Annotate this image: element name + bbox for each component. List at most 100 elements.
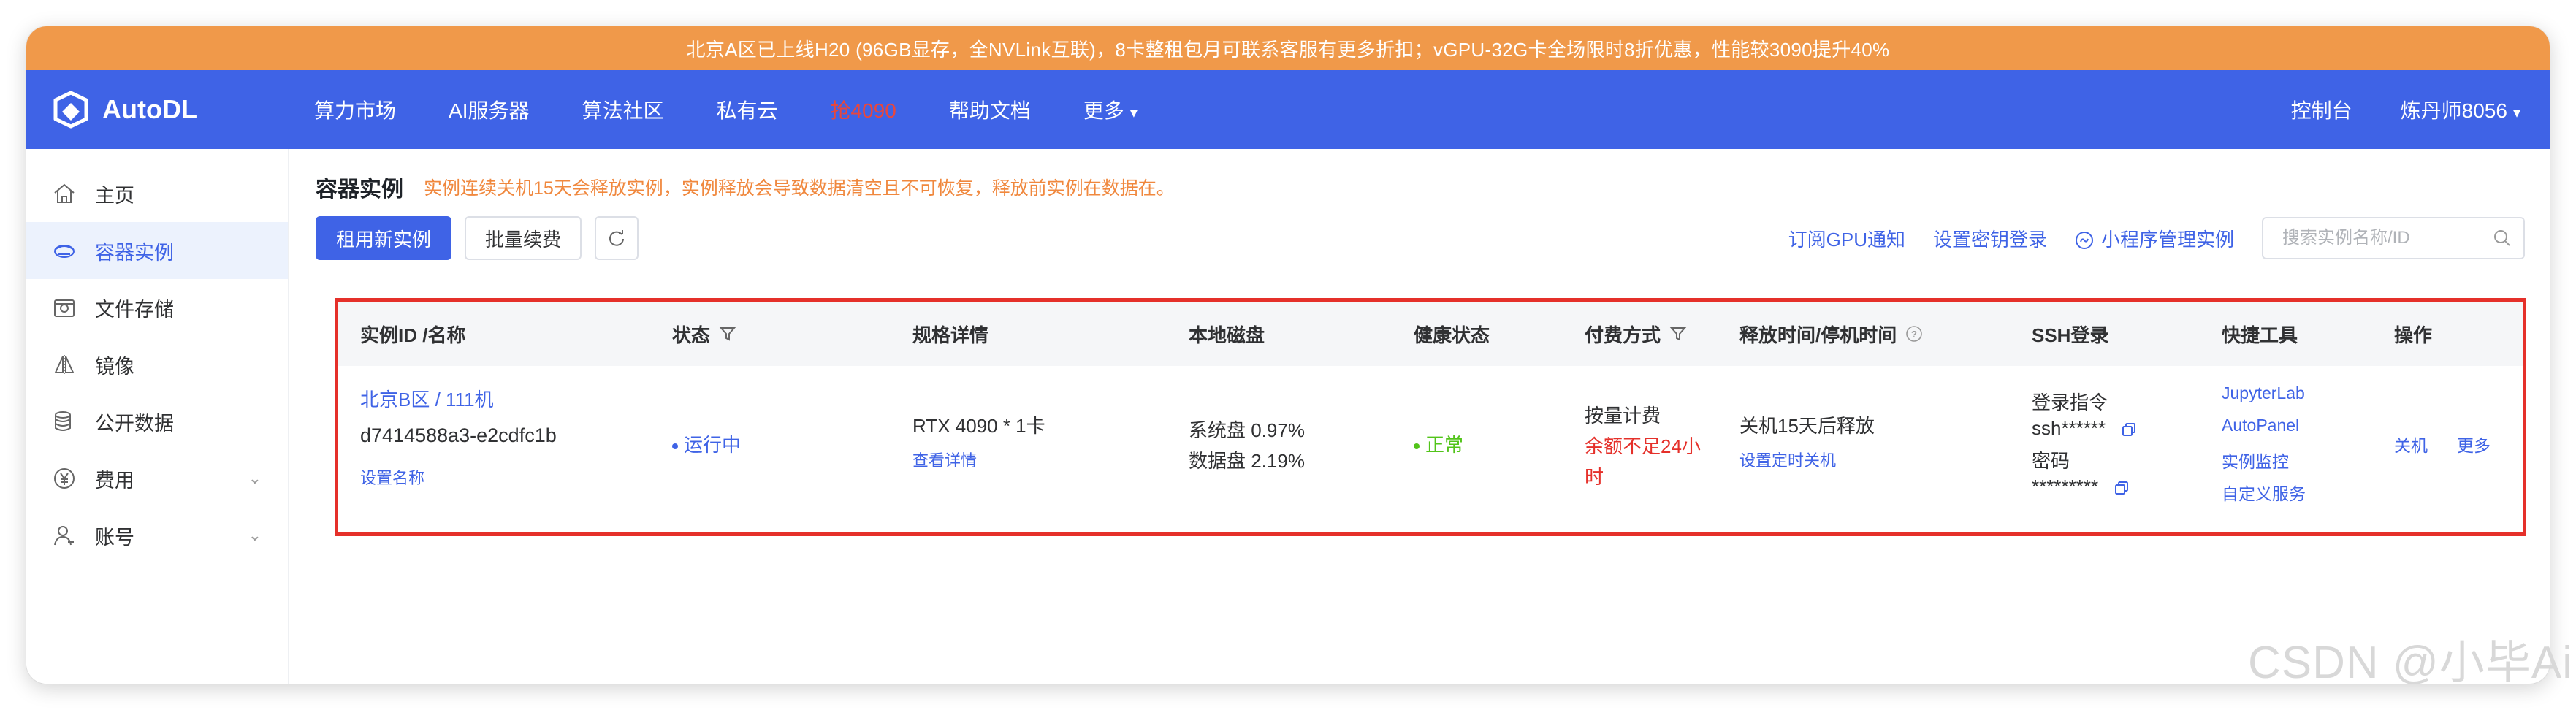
sidebar-item-label: 公开数据	[95, 412, 174, 435]
search-icon[interactable]	[2493, 229, 2512, 248]
col-header-disk: 本地磁盘	[1189, 324, 1265, 346]
more-actions-button[interactable]: 更多	[2457, 432, 2491, 457]
chevron-down-icon: ⌄	[248, 469, 262, 487]
user-icon	[51, 522, 77, 549]
refresh-button[interactable]	[595, 216, 639, 260]
container-icon	[51, 237, 77, 264]
chevron-down-icon: ⌄	[248, 526, 262, 544]
sidebar-item-storage[interactable]: 文件存储	[26, 279, 288, 336]
tool-jupyterlab-link[interactable]: JupyterLab	[2222, 383, 2305, 403]
shutdown-button[interactable]: 关机	[2394, 432, 2428, 457]
schedule-shutdown-link[interactable]: 设置定时关机	[1739, 448, 1836, 471]
instance-table: 实例ID /名称 状态 规格详情 本地磁盘 健康状态 付费方式 释放时间/停机时…	[335, 298, 2526, 536]
ssh-key-link[interactable]: 设置密钥登录	[1933, 225, 2047, 252]
status-text: 运行中	[684, 434, 742, 456]
refresh-icon	[609, 230, 625, 246]
brand-logo[interactable]: AutoDL	[51, 90, 314, 129]
top-navbar: AutoDL 算力市场 AI服务器 算法社区 私有云 抢4090 帮助文档 更多…	[26, 70, 2550, 149]
spec-text: RTX 4090 * 1卡	[912, 415, 1045, 437]
sidebar-item-label: 账号	[95, 526, 134, 549]
nav-item-grab-4090[interactable]: 抢4090	[831, 95, 896, 124]
mirror-image-icon	[51, 351, 77, 378]
caret-down-icon: ▾	[1129, 105, 1138, 121]
toolbar-right: 订阅GPU通知 设置密钥登录 小程序管理实例	[1788, 216, 2525, 260]
set-name-link[interactable]: 设置名称	[360, 465, 424, 489]
title-row: 容器实例 实例连续关机15天会释放实例，实例释放会导致数据清空且不可恢复，释放前…	[316, 171, 1175, 203]
search-box	[2262, 217, 2525, 259]
ssh-command: ssh******	[2032, 417, 2106, 439]
username: 炼丹师8056	[2400, 99, 2507, 122]
tool-custom-service-link[interactable]: 自定义服务	[2222, 480, 2306, 505]
user-menu[interactable]: 炼丹师8056 ▾	[2401, 95, 2520, 124]
subscribe-gpu-link[interactable]: 订阅GPU通知	[1788, 225, 1905, 252]
sidebar: 主页 容器实例 文件存储 镜像 公开数据 费用 ⌄ 账号 ⌄	[26, 149, 289, 684]
nav-console[interactable]: 控制台	[2291, 95, 2352, 124]
ssh-command-label: 登录指令	[2032, 392, 2108, 413]
sidebar-item-account[interactable]: 账号 ⌄	[26, 507, 288, 564]
search-input[interactable]	[2262, 217, 2525, 259]
release-policy: 关机15天后释放	[1739, 415, 1875, 437]
sidebar-item-label: 文件存储	[95, 298, 174, 321]
col-header-label: 付费方式	[1585, 324, 1661, 346]
sidebar-item-billing[interactable]: 费用 ⌄	[26, 450, 288, 507]
sidebar-item-home[interactable]: 主页	[26, 165, 288, 222]
app-window: 北京A区已上线H20 (96GB显存，全NVLink互联)，8卡整租包月可联系客…	[26, 26, 2550, 684]
status-badge: 运行中	[672, 430, 741, 457]
system-disk-usage: 系统盘 0.97%	[1189, 419, 1305, 441]
table-header: 实例ID /名称 状态 规格详情 本地磁盘 健康状态 付费方式 释放时间/停机时…	[338, 302, 2523, 366]
nav-item-community[interactable]: 算法社区	[582, 95, 663, 124]
nav-menu: 算力市场 AI服务器 算法社区 私有云 抢4090 帮助文档 更多 ▾	[314, 95, 1190, 124]
filter-icon[interactable]	[719, 325, 736, 343]
col-header-id: 实例ID /名称	[360, 324, 466, 346]
col-header-label: 释放时间/停机时间	[1739, 324, 1897, 346]
miniprogram-icon	[2075, 231, 2093, 249]
nav-item-market[interactable]: 算力市场	[314, 95, 396, 124]
sidebar-item-containers[interactable]: 容器实例	[26, 222, 288, 279]
nav-item-private-cloud[interactable]: 私有云	[717, 95, 778, 124]
nav-right: 控制台 炼丹师8056 ▾	[2243, 95, 2520, 124]
col-header-ssh: SSH登录	[2032, 324, 2109, 346]
miniprogram-link[interactable]: 小程序管理实例	[2075, 225, 2234, 252]
nav-item-more[interactable]: 更多 ▾	[1083, 95, 1138, 124]
rent-instance-button[interactable]: 租用新实例	[316, 216, 452, 260]
database-icon	[51, 408, 77, 435]
storage-icon	[51, 294, 77, 321]
col-header-status[interactable]: 状态	[672, 302, 736, 366]
balance-warning-line2: 时	[1585, 466, 1604, 488]
copy-icon[interactable]	[2114, 480, 2130, 496]
col-header-actions: 操作	[2394, 324, 2433, 346]
sidebar-item-label: 主页	[95, 184, 134, 207]
sidebar-item-images[interactable]: 镜像	[26, 336, 288, 393]
col-header-health: 健康状态	[1414, 324, 1490, 346]
password-label: 密码	[2032, 450, 2070, 472]
sidebar-item-label: 费用	[95, 469, 134, 492]
caret-down-icon: ▾	[2512, 105, 2520, 121]
instance-region-link[interactable]: 北京B区 / 111机	[360, 385, 494, 412]
brand-name: AutoDL	[102, 94, 197, 124]
password-masked: *********	[2032, 476, 2099, 497]
nav-item-help-docs[interactable]: 帮助文档	[949, 95, 1031, 124]
filter-icon[interactable]	[1669, 325, 1687, 343]
tool-autopanel-link[interactable]: AutoPanel	[2222, 416, 2299, 435]
batch-renew-button[interactable]: 批量续费	[465, 216, 582, 260]
spec-detail-link[interactable]: 查看详情	[912, 448, 977, 471]
tool-monitor-link[interactable]: 实例监控	[2222, 448, 2289, 473]
banner-text: 北京A区已上线H20 (96GB显存，全NVLink互联)，8卡整租包月可联系客…	[686, 38, 1890, 61]
svg-text:?: ?	[1911, 329, 1917, 340]
col-header-release: 释放时间/停机时间 ?	[1739, 302, 1923, 366]
nav-item-ai-server[interactable]: AI服务器	[449, 95, 529, 124]
yen-icon	[51, 465, 77, 492]
col-header-billing[interactable]: 付费方式	[1585, 302, 1687, 366]
health-dot-icon	[1414, 443, 1420, 450]
billing-type: 按量计费	[1585, 405, 1661, 427]
ssh-command-row: ssh******	[2032, 417, 2137, 440]
toolbar: 租用新实例 批量续费	[316, 216, 639, 260]
copy-icon[interactable]	[2121, 421, 2137, 438]
announcement-banner[interactable]: 北京A区已上线H20 (96GB显存，全NVLink互联)，8卡整租包月可联系客…	[26, 26, 2550, 70]
sidebar-item-label: 容器实例	[95, 241, 174, 264]
sidebar-item-public-data[interactable]: 公开数据	[26, 393, 288, 450]
password-row: *********	[2032, 476, 2130, 498]
help-icon[interactable]: ?	[1905, 325, 1923, 343]
nav-more-label: 更多	[1083, 99, 1124, 122]
col-header-tools: 快捷工具	[2222, 324, 2298, 346]
